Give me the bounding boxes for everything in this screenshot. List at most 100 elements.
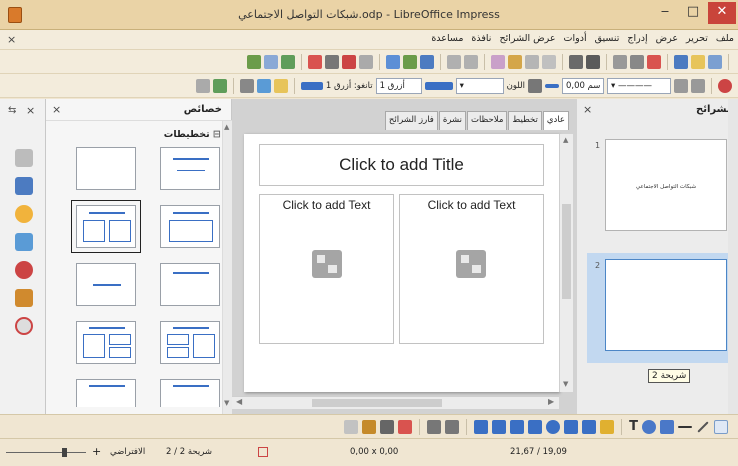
close-button[interactable]: ✕ bbox=[708, 2, 736, 24]
line-icon[interactable] bbox=[212, 78, 227, 93]
vertical-scrollbar[interactable]: ▲ ▼ bbox=[559, 134, 573, 392]
layout-title-slide[interactable] bbox=[160, 147, 220, 190]
properties-scrollbar[interactable]: ▲ ▼ bbox=[222, 121, 232, 414]
export-pdf-icon[interactable] bbox=[647, 54, 661, 69]
master-slides-tab-icon[interactable] bbox=[15, 177, 33, 195]
zoom-slider[interactable] bbox=[6, 452, 86, 453]
document-modified-icon[interactable] bbox=[258, 447, 268, 457]
layout-title-2-content[interactable] bbox=[71, 200, 141, 253]
arrow-style-combo[interactable]: ▾ ———— bbox=[607, 77, 671, 94]
area-icon[interactable] bbox=[239, 78, 254, 93]
tab-notes[interactable]: ملاحظات bbox=[466, 111, 508, 130]
slide-thumbnail-selected[interactable]: 2 bbox=[587, 253, 733, 363]
left-content-placeholder[interactable]: Click to add Text bbox=[259, 194, 394, 344]
open-folder-icon[interactable] bbox=[691, 54, 705, 69]
menu-tools[interactable]: أدوات bbox=[564, 33, 587, 44]
redo-icon[interactable] bbox=[447, 54, 461, 69]
layout-title-2content-over-content[interactable] bbox=[160, 379, 220, 407]
print-preview-icon[interactable] bbox=[613, 54, 627, 69]
title-placeholder[interactable]: Click to add Title bbox=[259, 144, 544, 186]
properties-close-icon[interactable]: × bbox=[52, 103, 61, 116]
shadow-icon[interactable] bbox=[273, 78, 288, 93]
glue-points-tool-icon[interactable] bbox=[427, 419, 442, 434]
basic-shapes-icon[interactable] bbox=[308, 54, 322, 69]
zoom-in-icon[interactable]: + bbox=[92, 445, 101, 458]
slides-pane-scrollbar[interactable] bbox=[728, 99, 738, 414]
scroll-thumb[interactable] bbox=[562, 204, 571, 299]
cut-icon[interactable] bbox=[542, 54, 556, 69]
layouts-section-header[interactable]: تخطيطات ⊟ bbox=[164, 129, 221, 140]
paste-icon[interactable] bbox=[508, 54, 522, 69]
insert-object-icon[interactable] bbox=[312, 250, 342, 278]
start-slideshow-icon[interactable] bbox=[247, 54, 261, 69]
callouts-tool-icon[interactable] bbox=[492, 419, 507, 434]
freeform-tool-icon[interactable] bbox=[600, 419, 615, 434]
autospell-icon[interactable] bbox=[569, 54, 583, 69]
styles-icon[interactable] bbox=[718, 78, 732, 93]
slide-transition-tab-icon[interactable] bbox=[15, 233, 33, 251]
slide-canvas[interactable]: Click to add Title Click to add Text Cli… bbox=[244, 134, 559, 392]
block-arrows-tool-icon[interactable] bbox=[528, 419, 543, 434]
grid-icon[interactable] bbox=[359, 54, 373, 69]
custom-animation-tab-icon[interactable] bbox=[15, 205, 33, 223]
maximize-button[interactable]: □ bbox=[680, 2, 706, 24]
scroll-thumb[interactable] bbox=[312, 399, 442, 407]
menu-insert[interactable]: إدراج bbox=[627, 33, 647, 44]
symbol-shapes-tool-icon[interactable] bbox=[546, 419, 561, 434]
menu-window[interactable]: نافذة bbox=[471, 33, 491, 44]
slides-pane-close-icon[interactable]: × bbox=[583, 103, 592, 116]
arrange-icon[interactable] bbox=[674, 78, 688, 93]
ellipse-tool-icon[interactable] bbox=[642, 419, 656, 434]
extrusion-icon[interactable] bbox=[344, 419, 359, 434]
scroll-right-icon[interactable]: ▶ bbox=[548, 397, 554, 406]
rectangle-tool-icon[interactable] bbox=[660, 419, 674, 434]
right-content-placeholder[interactable]: Click to add Text bbox=[399, 194, 544, 344]
from-file-icon[interactable] bbox=[380, 419, 395, 434]
align-icon[interactable] bbox=[691, 78, 705, 93]
scroll-up-icon[interactable]: ▲ bbox=[224, 123, 229, 131]
flowchart-tool-icon[interactable] bbox=[510, 419, 525, 434]
new-slide-icon[interactable] bbox=[264, 54, 278, 69]
basic-shapes-tool-icon[interactable] bbox=[564, 419, 579, 434]
menu-edit[interactable]: تحرير bbox=[686, 33, 708, 44]
line-style-icon[interactable] bbox=[528, 78, 542, 93]
menu-slideshow[interactable]: عرض الشرائح bbox=[499, 33, 555, 44]
close-document-icon[interactable]: × bbox=[7, 33, 16, 46]
select-arrow-icon[interactable] bbox=[714, 419, 728, 434]
zoom-slider-knob[interactable] bbox=[62, 448, 67, 457]
zoom-icon[interactable] bbox=[325, 54, 339, 69]
new-document-icon[interactable] bbox=[708, 54, 722, 69]
tab-outline[interactable]: تخطيط bbox=[508, 111, 542, 130]
copy-icon[interactable] bbox=[525, 54, 539, 69]
scroll-down-icon[interactable]: ▼ bbox=[224, 399, 229, 407]
table-icon[interactable] bbox=[420, 54, 434, 69]
layout-title-content-2content[interactable] bbox=[76, 321, 136, 364]
clone-formatting-icon[interactable] bbox=[491, 54, 505, 69]
menu-view[interactable]: عرض bbox=[656, 33, 678, 44]
arrow-tool-icon[interactable] bbox=[678, 425, 692, 428]
slide-thumbnail[interactable]: 1 شبكات التواصل الاجتماعي bbox=[587, 133, 733, 243]
transparency-icon[interactable] bbox=[256, 78, 271, 93]
fontwork-icon[interactable] bbox=[398, 419, 413, 434]
insert-object-icon[interactable] bbox=[456, 250, 486, 278]
menu-file[interactable]: ملف bbox=[716, 33, 734, 44]
text-tool-icon[interactable]: T bbox=[629, 419, 638, 434]
menu-format[interactable]: تنسيق bbox=[595, 33, 620, 44]
navigator-tab-icon[interactable] bbox=[15, 317, 33, 335]
navigator-icon[interactable] bbox=[342, 54, 356, 69]
stars-tool-icon[interactable] bbox=[474, 419, 489, 434]
print-icon[interactable] bbox=[630, 54, 644, 69]
layout-blank[interactable] bbox=[76, 147, 136, 190]
sidebar-menu-icon[interactable]: ⇆ bbox=[8, 105, 16, 116]
line-tool-icon[interactable] bbox=[697, 420, 709, 433]
horizontal-scrollbar[interactable]: ◀ ▶ bbox=[232, 396, 559, 409]
fill-color-swatch[interactable] bbox=[424, 81, 453, 90]
gallery-icon[interactable] bbox=[362, 419, 377, 434]
styles-tab-icon[interactable] bbox=[15, 261, 33, 279]
connector-tool-icon[interactable] bbox=[582, 419, 597, 434]
scroll-up-icon[interactable]: ▲ bbox=[563, 136, 568, 144]
layout-title-2content-content[interactable] bbox=[160, 321, 220, 364]
layout-title-content-over-content[interactable] bbox=[76, 379, 136, 407]
chart-icon[interactable] bbox=[386, 54, 400, 69]
layout-title-content[interactable] bbox=[160, 205, 220, 248]
